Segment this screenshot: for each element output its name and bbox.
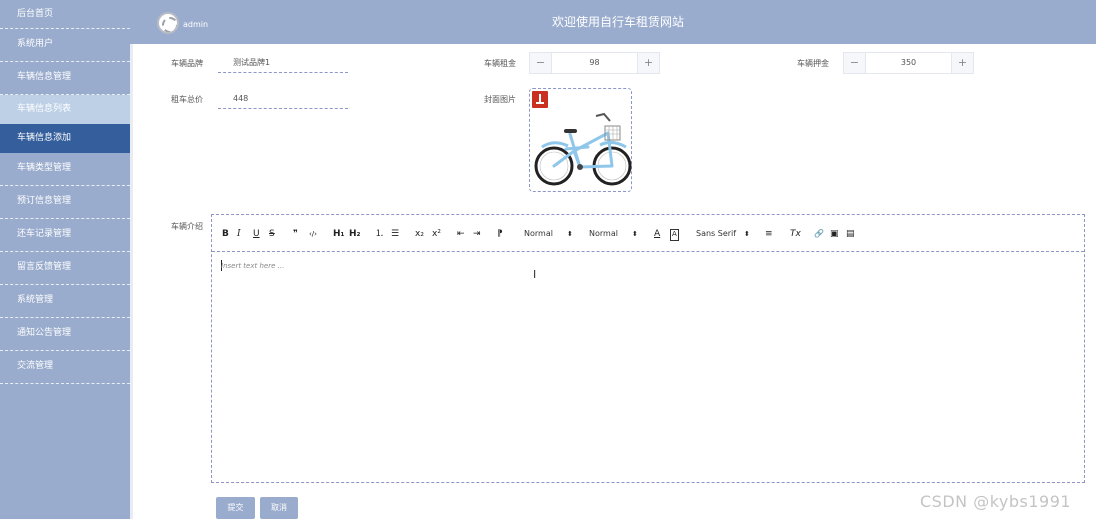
code-icon[interactable]: ‹/› — [309, 228, 317, 240]
sidebar-item-system-users[interactable]: 系统用户 — [0, 29, 130, 62]
text-direction-icon[interactable]: ⁋ — [497, 228, 503, 240]
sidebar-item-notices[interactable]: 通知公告管理 — [0, 318, 130, 351]
sidebar-item-communication[interactable]: 交流管理 — [0, 351, 130, 384]
sidebar-item-bookings[interactable]: 预订信息管理 — [0, 186, 130, 219]
superscript-button[interactable]: x² — [432, 228, 441, 240]
clear-format-icon[interactable]: Tx — [790, 228, 801, 240]
sidebar-item-vehicle-management[interactable]: 车辆信息管理 — [0, 62, 130, 95]
ibeam-cursor-icon: I — [533, 268, 537, 281]
sidebar-item-vehicle-types[interactable]: 车辆类型管理 — [0, 153, 130, 186]
editor-placeholder: Insert text here ... — [221, 262, 285, 270]
cancel-button[interactable]: 取消 — [260, 497, 298, 519]
sidebar-item-vehicle-list[interactable]: 车辆信息列表 — [0, 95, 130, 124]
sidebar-item-home[interactable]: 后台首页 — [0, 0, 130, 29]
size-select-caret-icon[interactable]: ⬍ — [567, 228, 573, 240]
italic-button[interactable]: I — [237, 228, 241, 240]
rent-decrease-button[interactable]: − — [530, 53, 552, 73]
cover-image-upload[interactable] — [529, 88, 632, 192]
total-price-input[interactable]: 448 — [218, 88, 348, 109]
size-select[interactable]: Normal — [524, 228, 553, 240]
font-select[interactable]: Sans Serif — [696, 228, 736, 240]
deposit-value[interactable]: 350 — [866, 53, 951, 73]
brand-input[interactable]: 测试品牌1 — [218, 52, 348, 73]
video-icon[interactable]: ▤ — [846, 228, 855, 240]
text-color-icon[interactable]: A — [654, 228, 660, 240]
cover-image-label: 封面图片 — [484, 95, 516, 104]
outdent-icon[interactable]: ⇤ — [457, 228, 465, 240]
deposit-stepper[interactable]: − 350 + — [843, 52, 974, 74]
intro-label: 车辆介绍 — [171, 222, 203, 231]
watermark: CSDN @kybs1991 — [920, 492, 1072, 511]
deposit-decrease-button[interactable]: − — [844, 53, 866, 73]
top-header: admin 欢迎使用自行车租赁网站 — [130, 0, 1096, 44]
deposit-increase-button[interactable]: + — [951, 53, 973, 73]
sidebar-item-returns[interactable]: 还车记录管理 — [0, 219, 130, 252]
quote-icon[interactable]: ❞ — [293, 228, 298, 240]
header-select[interactable]: Normal — [589, 228, 618, 240]
bold-button[interactable]: B — [222, 228, 229, 240]
editor-toolbar: B I U S ❞ ‹/› H₁ H₂ ⒈ ☰ x₂ x² ⇤ ⇥ ⁋ Norm… — [212, 215, 1084, 252]
subscript-button[interactable]: x₂ — [415, 228, 424, 240]
ordered-list-icon[interactable]: ⒈ — [375, 228, 384, 240]
total-price-label: 租车总价 — [171, 95, 203, 104]
bicycle-image — [534, 112, 632, 186]
site-title: 欢迎使用自行车租赁网站 — [551, 15, 684, 29]
sidebar-item-system-management[interactable]: 系统管理 — [0, 285, 130, 318]
sidebar-item-feedback[interactable]: 留言反馈管理 — [0, 252, 130, 285]
deposit-label: 车辆押金 — [797, 59, 829, 68]
sidebar-divider — [130, 0, 133, 519]
underline-button[interactable]: U — [253, 228, 260, 240]
header-select-caret-icon[interactable]: ⬍ — [632, 228, 638, 240]
rent-value[interactable]: 98 — [552, 53, 637, 73]
sidebar-item-vehicle-add[interactable]: 车辆信息添加 — [0, 124, 130, 153]
heading1-button[interactable]: H₁ — [333, 228, 344, 240]
rent-stepper[interactable]: − 98 + — [529, 52, 660, 74]
editor-content[interactable]: Insert text here ... — [212, 252, 1084, 482]
link-icon[interactable]: 🔗 — [814, 228, 824, 240]
strike-button[interactable]: S — [269, 228, 275, 240]
rent-increase-button[interactable]: + — [637, 53, 659, 73]
indent-icon[interactable]: ⇥ — [473, 228, 481, 240]
heading2-button[interactable]: H₂ — [349, 228, 360, 240]
brand-label: 车辆品牌 — [171, 59, 203, 68]
submit-button[interactable]: 提交 — [216, 497, 255, 519]
sidebar: 后台首页 系统用户 车辆信息管理 车辆信息列表 车辆信息添加 车辆类型管理 预订… — [0, 0, 130, 519]
font-select-caret-icon[interactable]: ⬍ — [744, 228, 750, 240]
image-icon[interactable]: ▣ — [830, 228, 839, 240]
rent-label: 车辆租金 — [484, 59, 516, 68]
align-icon[interactable]: ≡ — [765, 228, 773, 240]
background-color-icon[interactable]: A — [670, 229, 679, 241]
bullet-list-icon[interactable]: ☰ — [391, 228, 399, 240]
rich-text-editor: B I U S ❞ ‹/› H₁ H₂ ⒈ ☰ x₂ x² ⇤ ⇥ ⁋ Norm… — [211, 214, 1085, 483]
